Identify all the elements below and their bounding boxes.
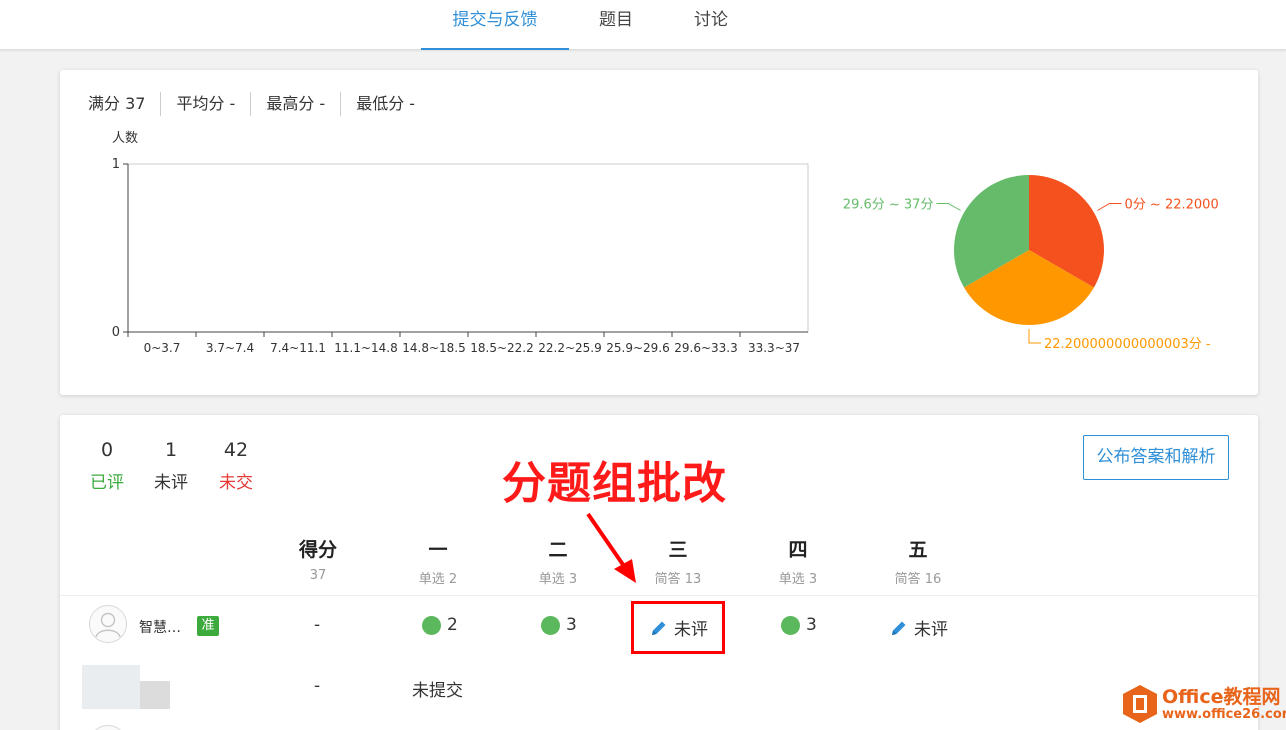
x-tick-label: 14.8~18.5	[402, 341, 466, 355]
x-tick-label: 7.4~11.1	[270, 341, 326, 355]
col-q1[interactable]: 一 单选 2	[388, 535, 488, 587]
top-nav: 提交与反馈 题目 讨论	[0, 0, 1286, 50]
row-score: -	[314, 615, 321, 635]
x-tick-label: 3.7~7.4	[206, 341, 254, 355]
row-score: -	[314, 676, 321, 696]
q1-result[interactable]: 2	[422, 615, 458, 635]
x-tick-label: 0~3.7	[144, 341, 181, 355]
col-q2[interactable]: 二 单选 3	[508, 535, 608, 587]
office-logo-icon	[1123, 685, 1157, 723]
count-graded[interactable]: 0 已评	[87, 439, 127, 493]
student-name[interactable]: 智慧…	[139, 617, 181, 637]
x-tick-label: 11.1~14.8	[334, 341, 398, 355]
col-score: 得分 37	[298, 539, 337, 583]
blurred-avatar	[82, 665, 140, 709]
x-tick-label: 22.2~25.9	[538, 341, 602, 355]
count-graded-label: 已评	[90, 473, 124, 493]
plot-frame	[127, 163, 809, 333]
score-distribution-card: 满分 37 平均分 - 最高分 - 最低分 - 人数 0 1 0~3.7 3.7~7.4…	[60, 70, 1258, 395]
pie-label: 22.200000000000003分 -	[1044, 337, 1211, 352]
x-tick-label: 33.3~37	[748, 341, 800, 355]
not-submitted-status: 未提交	[412, 681, 463, 701]
annotation-text: 分题组批改	[502, 458, 727, 509]
q5-grade-button[interactable]: 未评	[890, 615, 948, 640]
col-q4[interactable]: 四 单选 3	[748, 535, 848, 587]
tab-discussion[interactable]: 讨论	[680, 0, 742, 50]
avatar	[89, 605, 127, 643]
pencil-icon	[892, 621, 906, 635]
watermark-title: Office教程网	[1162, 686, 1281, 708]
highlight-box	[631, 601, 725, 654]
count-ungraded[interactable]: 1 未评	[151, 439, 191, 493]
pie-label-line	[1097, 203, 1122, 211]
tab-questions[interactable]: 题目	[585, 0, 647, 50]
count-ungraded-num: 1	[164, 439, 178, 461]
x-tick-label: 25.9~29.6	[606, 341, 670, 355]
count-ungraded-label: 未评	[154, 473, 188, 493]
q2-result[interactable]: 3	[541, 615, 577, 635]
pie-label-line	[936, 203, 961, 211]
watermark-url: www.office26.com	[1162, 707, 1286, 722]
x-tick-label: 29.6~33.3	[674, 341, 738, 355]
count-not-submitted-num: 42	[223, 439, 249, 461]
count-graded-num: 0	[100, 439, 114, 461]
y-axis-label: 人数	[112, 131, 138, 146]
site-watermark: Office教程网 www.office26.com	[1118, 680, 1286, 730]
tab-submissions[interactable]: 提交与反馈	[421, 0, 569, 50]
pie-label: 29.6分 ~ 37分	[843, 198, 934, 213]
correct-dot-icon	[781, 615, 800, 635]
publish-answers-button[interactable]: 公布答案和解析	[1083, 435, 1229, 480]
correct-dot-icon	[541, 615, 560, 635]
col-q3[interactable]: 三 简答 13	[628, 535, 728, 587]
q4-result[interactable]: 3	[781, 615, 817, 635]
count-not-submitted-label: 未交	[219, 473, 253, 493]
col-q5[interactable]: 五 简答 16	[868, 535, 968, 587]
score-charts: 人数 0 1 0~3.7 3.7~7.4 7.4~11.1 11.1~14.8 14.8~18…	[112, 131, 1219, 355]
y-tick-label: 0	[112, 325, 120, 340]
pie-label: 0分 ~ 22.2000	[1125, 198, 1219, 213]
x-tick-label: 18.5~22.2	[470, 341, 534, 355]
blurred-name	[140, 681, 170, 709]
count-not-submitted[interactable]: 42 未交	[216, 439, 256, 493]
correct-dot-icon	[422, 615, 441, 635]
status-badge: 准	[197, 616, 219, 636]
pie-label-line	[1028, 329, 1041, 344]
grading-card: 0 已评 1 未评 42 未交 公布答案和解析 分题组批改 得分 37 一 单选…	[60, 415, 1258, 730]
divider	[60, 595, 1258, 596]
user-icon	[95, 612, 121, 638]
y-tick-label: 1	[112, 157, 120, 172]
avatar	[89, 725, 127, 730]
